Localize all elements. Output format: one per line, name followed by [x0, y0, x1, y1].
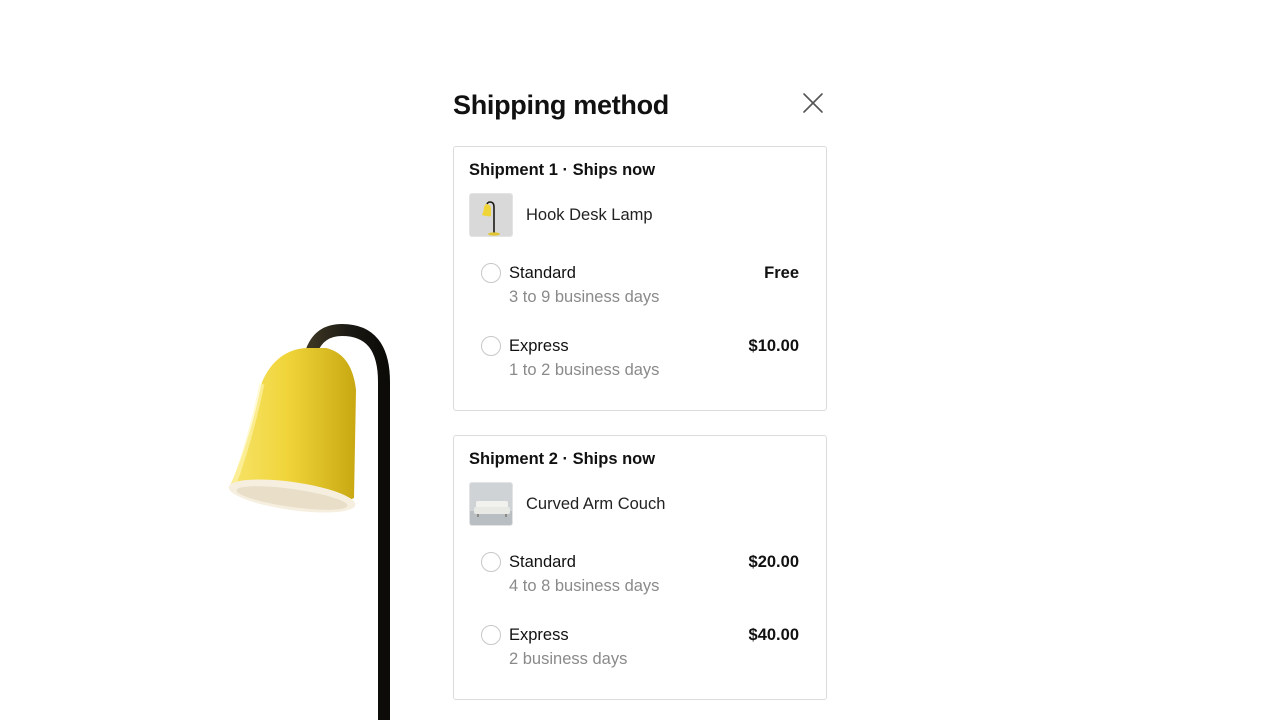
page: Shipping method Shipment 1 · Ships now H… [0, 0, 1280, 720]
option-price: $40.00 [748, 626, 799, 644]
radio-button[interactable] [481, 263, 501, 283]
option-label: Standard [509, 553, 576, 571]
modal-title: Shipping method [453, 90, 669, 120]
shipping-option-standard[interactable]: Standard 4 to 8 business days $20.00 [481, 552, 799, 606]
shipment-title: Shipment 1 · Ships now [469, 161, 656, 179]
option-price: Free [764, 264, 799, 282]
radio-button[interactable] [481, 552, 501, 572]
shipping-option-standard[interactable]: Standard 3 to 9 business days Free [481, 263, 799, 317]
shipment-card-1: Shipment 1 · Ships now Hook Desk Lamp St… [453, 146, 827, 411]
shipping-method-modal: Shipping method Shipment 1 · Ships now H… [453, 80, 827, 700]
option-description: 4 to 8 business days [509, 577, 660, 595]
shipping-option-express[interactable]: Express 2 business days $40.00 [481, 625, 799, 679]
shipment-title: Shipment 2 · Ships now [469, 450, 656, 468]
option-description: 3 to 9 business days [509, 288, 660, 306]
close-icon[interactable] [801, 91, 825, 115]
couch-thumbnail [469, 482, 513, 526]
product-row: Hook Desk Lamp [469, 193, 653, 237]
product-row: Curved Arm Couch [469, 482, 665, 526]
modal-header: Shipping method [453, 80, 827, 146]
radio-button[interactable] [481, 336, 501, 356]
lamp-image [228, 323, 390, 720]
option-label: Standard [509, 264, 576, 282]
product-name: Curved Arm Couch [526, 494, 666, 513]
product-name: Hook Desk Lamp [526, 205, 653, 224]
option-price: $20.00 [748, 553, 799, 571]
shipping-option-express[interactable]: Express 1 to 2 business days $10.00 [481, 336, 799, 390]
option-description: 2 business days [509, 650, 628, 668]
radio-button[interactable] [481, 625, 501, 645]
option-label: Express [509, 626, 569, 644]
option-label: Express [509, 337, 569, 355]
shipment-card-2: Shipment 2 · Ships now Curved Arm Couch [453, 435, 827, 700]
option-description: 1 to 2 business days [509, 361, 660, 379]
lamp-thumbnail [469, 193, 513, 237]
option-price: $10.00 [748, 337, 799, 355]
